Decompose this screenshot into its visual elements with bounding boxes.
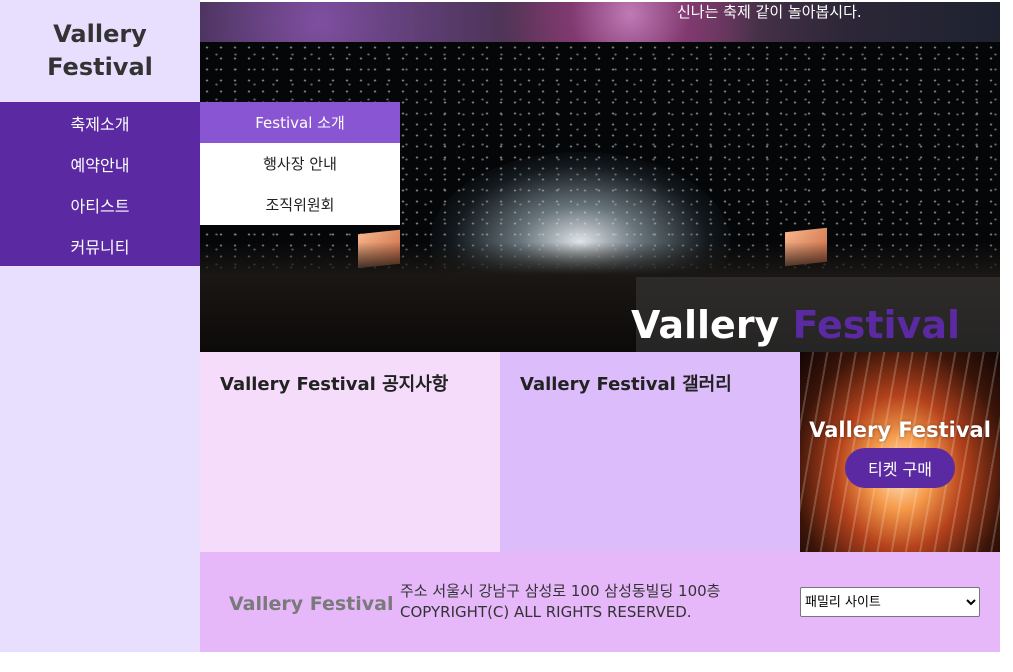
- footer-copyright: COPYRIGHT(C) ALL RIGHTS RESERVED.: [400, 603, 692, 621]
- ticket-title: Vallery Festival: [809, 418, 991, 442]
- submenu-item-festival-intro[interactable]: Festival 소개: [200, 102, 400, 143]
- footer: Vallery Festival 주소 서울시 강남구 삼성로 100 삼성동빌…: [200, 552, 1000, 652]
- main-nav: 축제소개 예약안내 아티스트 커뮤니티: [0, 102, 200, 266]
- site-logo[interactable]: Vallery Festival: [0, 0, 200, 102]
- gallery-title[interactable]: Vallery Festival 갤러리: [520, 372, 780, 398]
- nav-item-festival-intro[interactable]: 축제소개: [0, 102, 200, 143]
- hero-title-accent: Festival: [792, 303, 960, 347]
- hero-title-main: Vallery: [631, 303, 780, 347]
- gallery-panel: Vallery Festival 갤러리: [500, 352, 800, 552]
- notice-panel: Vallery Festival 공지사항: [200, 352, 500, 552]
- nav-item-community[interactable]: 커뮤니티: [0, 225, 200, 266]
- ticket-banner: Vallery Festival 티켓 구매: [800, 352, 1000, 552]
- sidebar: Vallery Festival 축제소개 예약안내 아티스트 커뮤니티: [0, 0, 200, 652]
- submenu-item-committee[interactable]: 조직위원회: [200, 184, 400, 225]
- submenu: Festival 소개 행사장 안내 조직위원회: [200, 102, 400, 225]
- nav-item-artists[interactable]: 아티스트: [0, 184, 200, 225]
- family-site-select[interactable]: 패밀리 사이트: [800, 587, 980, 617]
- top-banner: 신나는 축제 같이 놀아봅시다.: [200, 2, 1000, 42]
- footer-info: 주소 서울시 강남구 삼성로 100 삼성동빌딩 100층 COPYRIGHT(…: [400, 581, 720, 623]
- top-banner-text: 신나는 축제 같이 놀아봅시다.: [677, 3, 862, 21]
- footer-logo: Vallery Festival: [229, 593, 394, 615]
- nav-item-reservation[interactable]: 예약안내: [0, 143, 200, 184]
- notice-title[interactable]: Vallery Festival 공지사항: [220, 372, 480, 398]
- hero-title: Vallery Festival: [631, 300, 960, 350]
- footer-address: 주소 서울시 강남구 삼성로 100 삼성동빌딩 100층: [400, 582, 721, 600]
- submenu-item-venue-guide[interactable]: 행사장 안내: [200, 143, 400, 184]
- buy-ticket-button[interactable]: 티켓 구매: [845, 448, 955, 488]
